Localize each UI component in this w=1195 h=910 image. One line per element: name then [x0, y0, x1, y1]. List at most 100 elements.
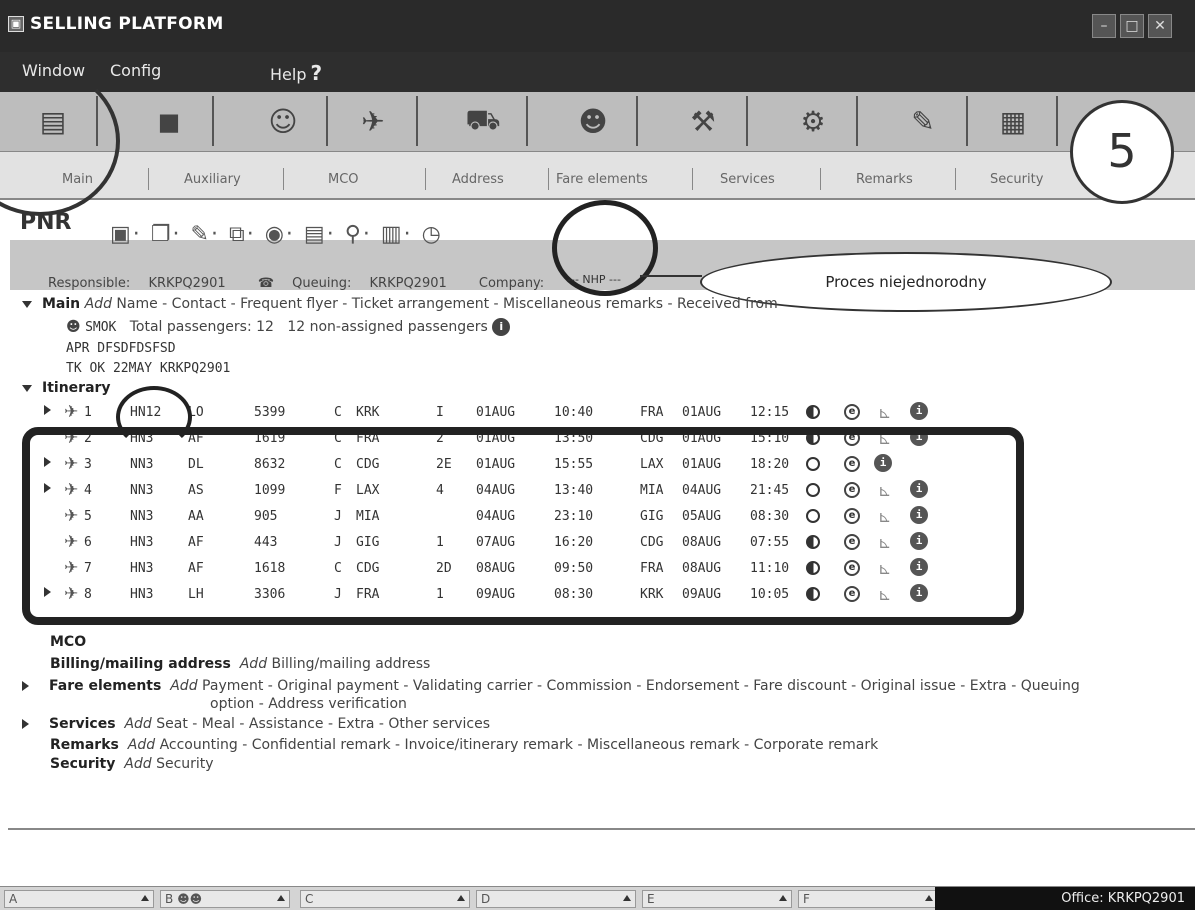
expand-arrow-icon[interactable] — [44, 405, 51, 415]
edit-icon[interactable]: ✎ — [191, 222, 211, 247]
pnr-toolbar: ▣· ❐· ✎· ⧉· ◉· ▤· ⚲· ▥· ◷ — [110, 222, 443, 247]
mco-label[interactable]: MCO — [50, 634, 86, 650]
status-bar: A B ☻☻ C D E F Office: KRKPQ2901 — [0, 886, 1195, 910]
eticket-icon[interactable]: e — [844, 404, 860, 420]
menu-bar: Window Config Help? — [0, 52, 1195, 92]
add-label: Add — [124, 716, 152, 732]
tab-security[interactable]: Security — [990, 172, 1043, 187]
status-field-c[interactable]: C — [300, 890, 470, 908]
tab-auxiliary[interactable]: Auxiliary — [184, 172, 241, 187]
segment-from: KRK — [356, 405, 380, 420]
section-tabs: Main Auxiliary MCO Address Fare elements… — [0, 152, 1195, 200]
segment-status-icon — [806, 405, 820, 419]
fare-elements-section: Fare elements Add Payment - Original pay… — [22, 678, 1080, 694]
notes-icon[interactable]: ✎ — [880, 96, 968, 146]
fare-elements-options[interactable]: Payment - Original payment - Validating … — [202, 678, 1080, 694]
flight-icon: ✈ — [64, 402, 79, 422]
total-passengers: Total passengers: 12 — [129, 319, 274, 335]
add-label: Add — [124, 756, 152, 772]
segment-term: I — [436, 405, 444, 420]
person-icon[interactable]: ☻ — [550, 96, 638, 146]
car-icon[interactable]: ⛟ — [440, 96, 528, 146]
search-icon[interactable]: ⚲ — [345, 222, 363, 247]
collapse-arrow-icon[interactable] — [22, 300, 32, 308]
main-add-options[interactable]: Name - Contact - Frequent flyer - Ticket… — [116, 296, 777, 312]
print-icon[interactable]: ▤ — [304, 222, 327, 247]
services-options[interactable]: Seat - Meal - Assistance - Extra - Other… — [156, 716, 490, 732]
tab-separator — [692, 168, 693, 190]
pnr-title: PNR — [20, 210, 72, 235]
add-label: Add — [239, 656, 268, 672]
billing-options[interactable]: Billing/mailing address — [272, 656, 431, 672]
status-field-a[interactable]: A — [4, 890, 154, 908]
services-label[interactable]: Services — [49, 716, 116, 732]
itinerary-label[interactable]: Itinerary — [42, 380, 111, 396]
remarks-label[interactable]: Remarks — [50, 737, 119, 753]
menu-help[interactable]: Help? — [270, 61, 322, 85]
maximize-button[interactable]: □ — [1120, 14, 1144, 38]
tab-separator — [425, 168, 426, 190]
segment-arr-time: 12:15 — [750, 405, 790, 420]
expand-arrow-icon[interactable] — [22, 719, 29, 729]
services-section: Services Add Seat - Meal - Assistance - … — [22, 716, 490, 732]
new-icon[interactable]: ❐ — [151, 222, 173, 247]
minimize-button[interactable]: – — [1092, 14, 1116, 38]
group-icon: ☻☻ — [177, 892, 203, 906]
queuing-label: Queuing: — [292, 276, 352, 291]
tab-separator — [955, 168, 956, 190]
tab-mco[interactable]: MCO — [328, 172, 359, 187]
main-section: Main Add Name - Contact - Frequent flyer… — [22, 296, 778, 312]
history-icon[interactable]: ◷ — [422, 222, 443, 247]
billing-section: Billing/mailing address Add Billing/mail… — [50, 656, 430, 672]
responsible-value: KRKPQ2901 — [148, 276, 226, 291]
add-label: Add — [127, 737, 156, 753]
gear-icon[interactable]: ⚙ — [770, 96, 858, 146]
app-window-icon[interactable]: ▣ — [8, 16, 24, 32]
auxiliary-icon[interactable]: ◼ — [126, 96, 214, 146]
tab-address[interactable]: Address — [452, 172, 504, 187]
window-title: SELLING PLATFORM — [30, 14, 224, 34]
module-toolbar: ▤ ◼ ☺ ✈ ⛟ ☻ ⚒ ⚙ ✎ ▦ — [0, 92, 1195, 152]
status-field-b[interactable]: B ☻☻ — [160, 890, 290, 908]
expand-arrow-icon[interactable] — [22, 681, 29, 691]
menu-config[interactable]: Config — [110, 61, 161, 80]
fare-elements-options-cont[interactable]: option - Address verification — [210, 696, 407, 712]
segment-arr-date: 01AUG — [682, 405, 722, 420]
close-button[interactable]: ✕ — [1148, 14, 1172, 38]
fare-elements-label[interactable]: Fare elements — [49, 678, 161, 694]
remarks-options[interactable]: Accounting - Confidential remark - Invoi… — [160, 737, 879, 753]
apr-element[interactable]: APR DFSDFDSFSD — [66, 341, 176, 356]
copy-icon[interactable]: ⧉ — [229, 222, 247, 247]
air-icon[interactable]: ✈ — [330, 96, 418, 146]
nhp-icon[interactable]: ▥ — [381, 222, 404, 247]
tab-remarks[interactable]: Remarks — [856, 172, 913, 187]
status-field-d[interactable]: D — [476, 890, 636, 908]
office-id: Office: KRKPQ2901 — [935, 887, 1195, 910]
segment-flight: 5399 — [254, 405, 286, 420]
documents-icon[interactable]: ▦ — [970, 96, 1058, 146]
responsibility-line: Responsible: KRKPQ2901 ☎ Queuing: KRKPQ2… — [48, 276, 558, 291]
main-label[interactable]: Main — [42, 296, 80, 312]
remarks-section: Remarks Add Accounting - Confidential re… — [50, 737, 878, 753]
seat-icon[interactable]: ⊾ — [878, 403, 891, 422]
security-label[interactable]: Security — [50, 756, 115, 772]
status-field-f[interactable]: F — [798, 890, 938, 908]
agent-icon[interactable]: ☺ — [240, 96, 328, 146]
tab-services[interactable]: Services — [720, 172, 775, 187]
tab-separator — [820, 168, 821, 190]
collapse-arrow-icon[interactable] — [22, 384, 32, 392]
tk-element[interactable]: TK OK 22MAY KRKPQ2901 — [66, 361, 230, 376]
security-options[interactable]: Security — [156, 756, 214, 772]
save-icon[interactable]: ▣ — [110, 222, 133, 247]
tools-icon[interactable]: ⚒ — [660, 96, 748, 146]
queuing-value: KRKPQ2901 — [369, 276, 447, 291]
billing-label[interactable]: Billing/mailing address — [50, 656, 231, 672]
queue-icon: ☎ — [257, 276, 275, 291]
tab-fare-elements[interactable]: Fare elements — [556, 172, 648, 187]
info-icon[interactable]: i — [492, 318, 511, 336]
status-field-e[interactable]: E — [642, 890, 792, 908]
info-icon[interactable]: i — [910, 402, 928, 420]
title-bar: ▣ SELLING PLATFORM – □ ✕ — [0, 0, 1195, 52]
tab-separator — [148, 168, 149, 190]
queue-icon[interactable]: ◉ — [265, 222, 286, 247]
